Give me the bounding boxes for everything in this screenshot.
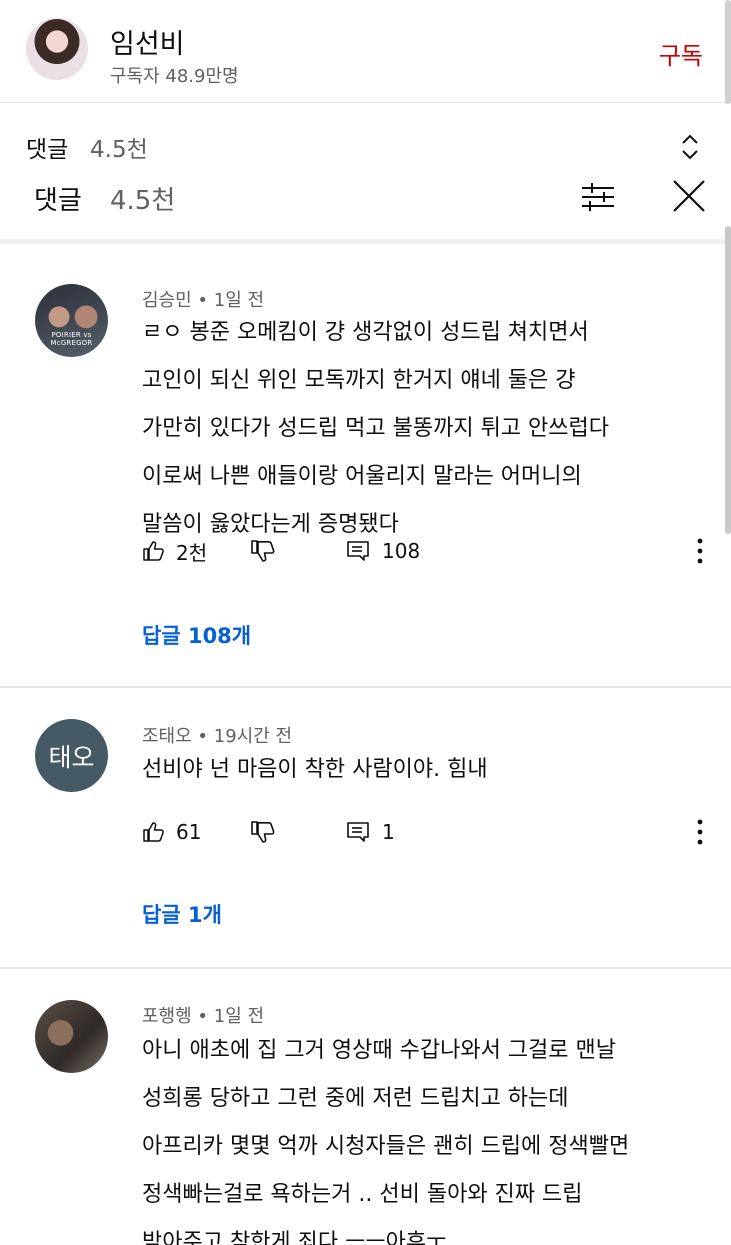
comment-text: 선비야 넌 마음이 착한 사람이야. 힘내 [142,757,488,782]
comments-teaser-count: 4.5천 [90,137,148,163]
avatar-text: POIRIER vs McGREGOR [50,331,93,347]
comment-text: ㄹㅇ 봉준 오메킴이 걍 생각없이 성드립 쳐치면서 고인이 되신 위인 모독까… [142,320,610,537]
close-icon[interactable] [671,178,707,214]
scrollbar-top[interactable] [725,0,731,104]
scrollbar[interactable] [725,226,731,534]
reply-button[interactable]: 108 [346,535,420,567]
comments-panel-header: 댓글 4.5천 [0,170,731,244]
avatar[interactable]: 태오 [35,719,108,792]
reply-icon [347,541,369,561]
comment-actions: 2천 108 [142,535,712,567]
comments-title: 댓글 [34,186,82,216]
subscribe-button[interactable]: 구독 [659,36,703,71]
like-count: 2천 [176,540,208,565]
expand-icon[interactable] [679,132,701,162]
reply-count: 108 [382,539,421,563]
channel-bar: 임선비 구독자 48.9만명 구독 [0,0,731,103]
like-count: 61 [176,820,202,844]
reply-icon [347,822,369,842]
divider [0,686,731,688]
comment-text: 아니 애초에 집 그거 영상때 수갑나와서 그걸로 맨날 성희롱 당하고 그런 … [142,1038,630,1245]
comment-author-time[interactable]: 포행헹 • 1일 전 [142,1002,264,1028]
comments-count: 4.5천 [110,186,176,216]
like-button[interactable]: 2천 [142,535,207,567]
view-replies-link[interactable]: 답글 108개 [142,620,251,650]
like-button[interactable]: 61 [142,816,201,848]
reply-count: 1 [382,820,395,844]
avatar[interactable] [35,1000,108,1073]
divider [0,967,731,969]
more-vert-icon[interactable] [684,535,716,567]
channel-avatar[interactable] [26,18,88,80]
channel-name[interactable]: 임선비 [110,22,185,61]
thumbs-down-icon[interactable] [248,535,280,567]
view-replies-link[interactable]: 답글 1개 [142,899,222,929]
reply-button[interactable]: 1 [346,816,395,848]
more-vert-icon[interactable] [684,816,716,848]
thumbs-up-icon [143,541,164,561]
comments-teaser[interactable]: 댓글 4.5천 [0,104,731,178]
comments-teaser-label: 댓글 [26,137,69,163]
subscriber-count: 구독자 48.9만명 [110,66,239,87]
thumbs-down-icon[interactable] [248,816,280,848]
sort-icon[interactable] [580,182,616,212]
thumbs-up-icon [143,822,164,842]
comment-author-time[interactable]: 조태오 • 19시간 전 [142,722,292,748]
avatar[interactable]: POIRIER vs McGREGOR [35,284,108,357]
comment-actions: 61 1 [142,816,712,848]
